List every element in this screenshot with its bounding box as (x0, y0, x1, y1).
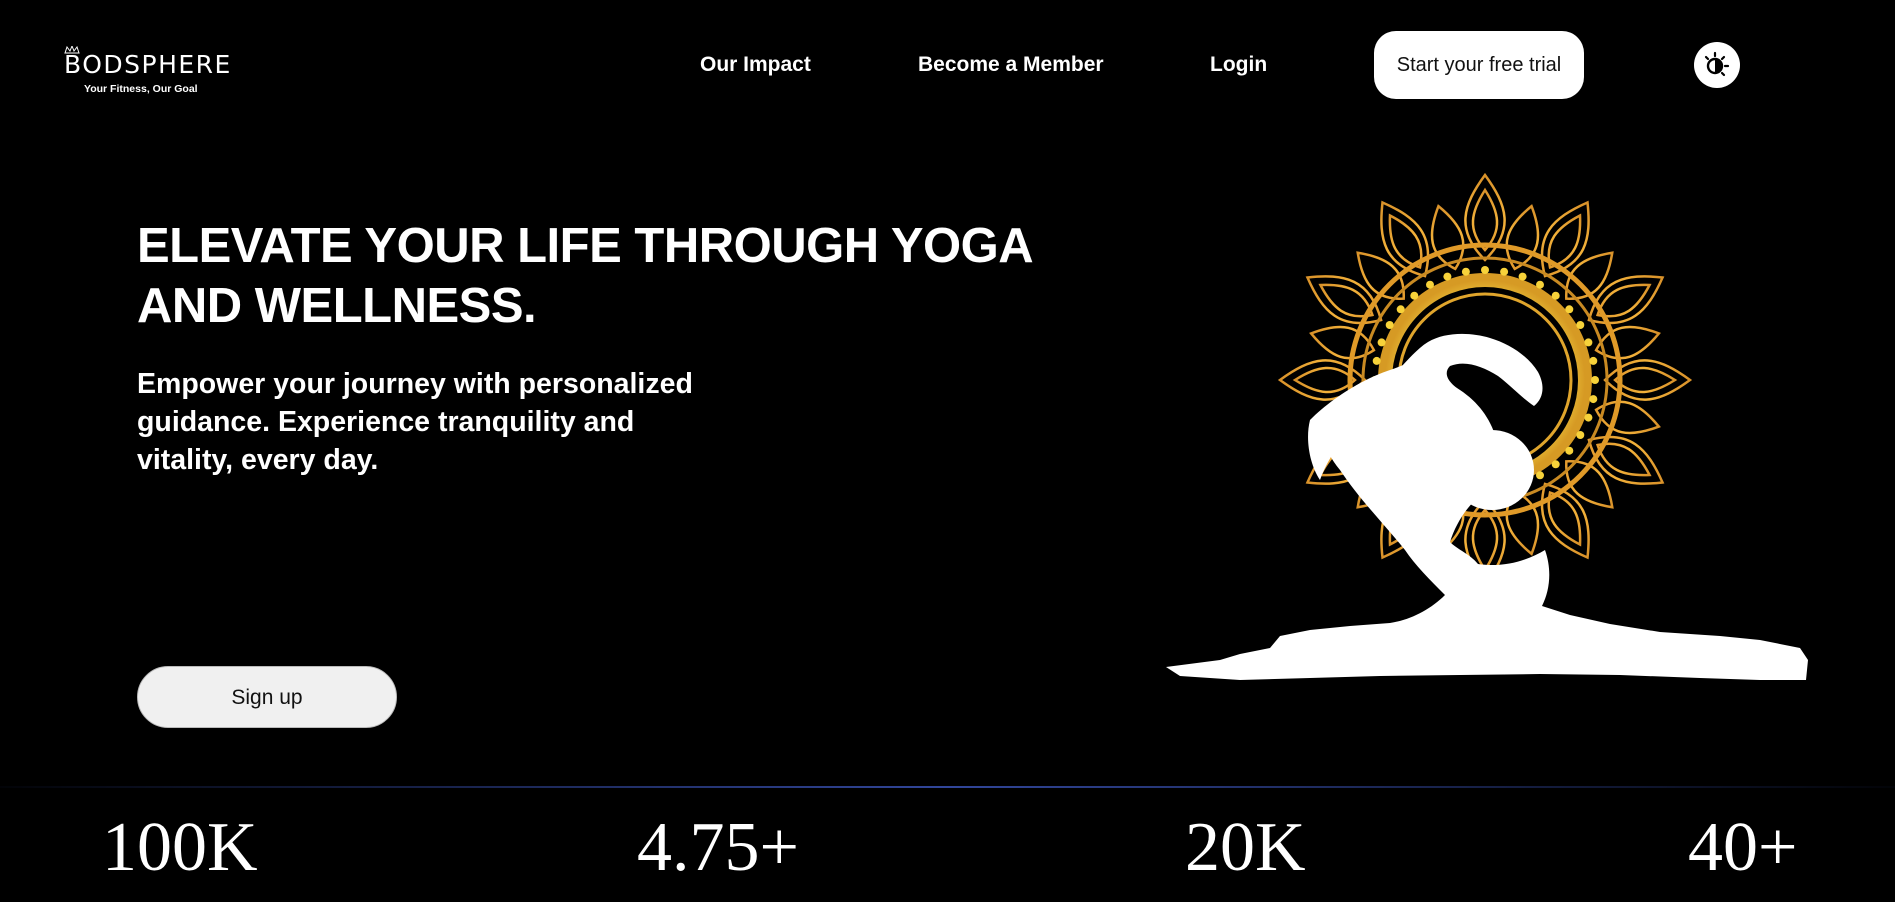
sun-moon-icon (1704, 51, 1730, 77)
nav-login[interactable]: Login (1210, 50, 1267, 80)
mandala-dot (1551, 291, 1560, 300)
hero-title: ELEVATE YOUR LIFE THROUGH YOGA AND WELLN… (137, 219, 1032, 333)
stat-value: 4.75+ (637, 809, 799, 886)
mandala-dot (1443, 272, 1452, 281)
start-free-trial-button[interactable]: Start your free trial (1374, 31, 1584, 99)
mandala-dot (1584, 413, 1593, 422)
mandala-dot (1576, 431, 1585, 439)
brand-name: BODSPHERE (64, 50, 232, 79)
mandala-dot (1565, 446, 1574, 455)
nav-become-member[interactable]: Become a Member (918, 50, 1104, 80)
mandala-dot (1410, 291, 1419, 300)
mandala-dot (1518, 272, 1527, 281)
mandala-dot (1461, 267, 1470, 276)
mandala-dot (1565, 305, 1574, 314)
brand-tagline: Your Fitness, Our Goal (84, 83, 198, 95)
mandala-dot (1377, 338, 1386, 347)
mandala-dot (1536, 280, 1544, 289)
sign-up-button[interactable]: Sign up (137, 666, 397, 728)
mandala-dot (1426, 280, 1434, 289)
hero-subtitle: Empower your journey with personalized g… (137, 368, 693, 476)
stat-value: 40+ (1688, 809, 1798, 886)
mandala-petals (1278, 172, 1692, 587)
stat-item: 40+ (1688, 808, 1797, 894)
brand-logo[interactable]: BODSPHERE Your Fitness, Our Goal (62, 46, 232, 100)
mandala-dot (1481, 266, 1489, 274)
mandala-dot (1576, 321, 1585, 329)
mandala-dot (1589, 395, 1598, 404)
stat-item: 20K (1185, 808, 1306, 894)
stat-value: 100K (102, 809, 258, 886)
mandala-dot (1385, 321, 1394, 329)
mandala-dot (1589, 356, 1598, 365)
stat-item: 100K (102, 808, 258, 894)
stat-item: 4.75+ (637, 808, 799, 894)
section-divider (0, 786, 1895, 788)
mandala-dot (1396, 305, 1405, 314)
mandala-dot (1591, 376, 1599, 384)
landing-page: BODSPHERE Your Fitness, Our Goal Our Imp… (0, 0, 1895, 902)
nav-our-impact[interactable]: Our Impact (700, 50, 811, 80)
mandala-dot (1536, 471, 1544, 480)
mandala-dot (1551, 460, 1560, 469)
mandala-dot (1584, 338, 1593, 347)
mandala-dot (1500, 267, 1509, 276)
yoga-figure-head (1450, 430, 1534, 510)
yoga-mandala-illustration (1166, 172, 1808, 680)
stat-value: 20K (1185, 809, 1306, 886)
mandala-dot (1372, 356, 1381, 365)
theme-toggle-button[interactable] (1694, 42, 1740, 88)
